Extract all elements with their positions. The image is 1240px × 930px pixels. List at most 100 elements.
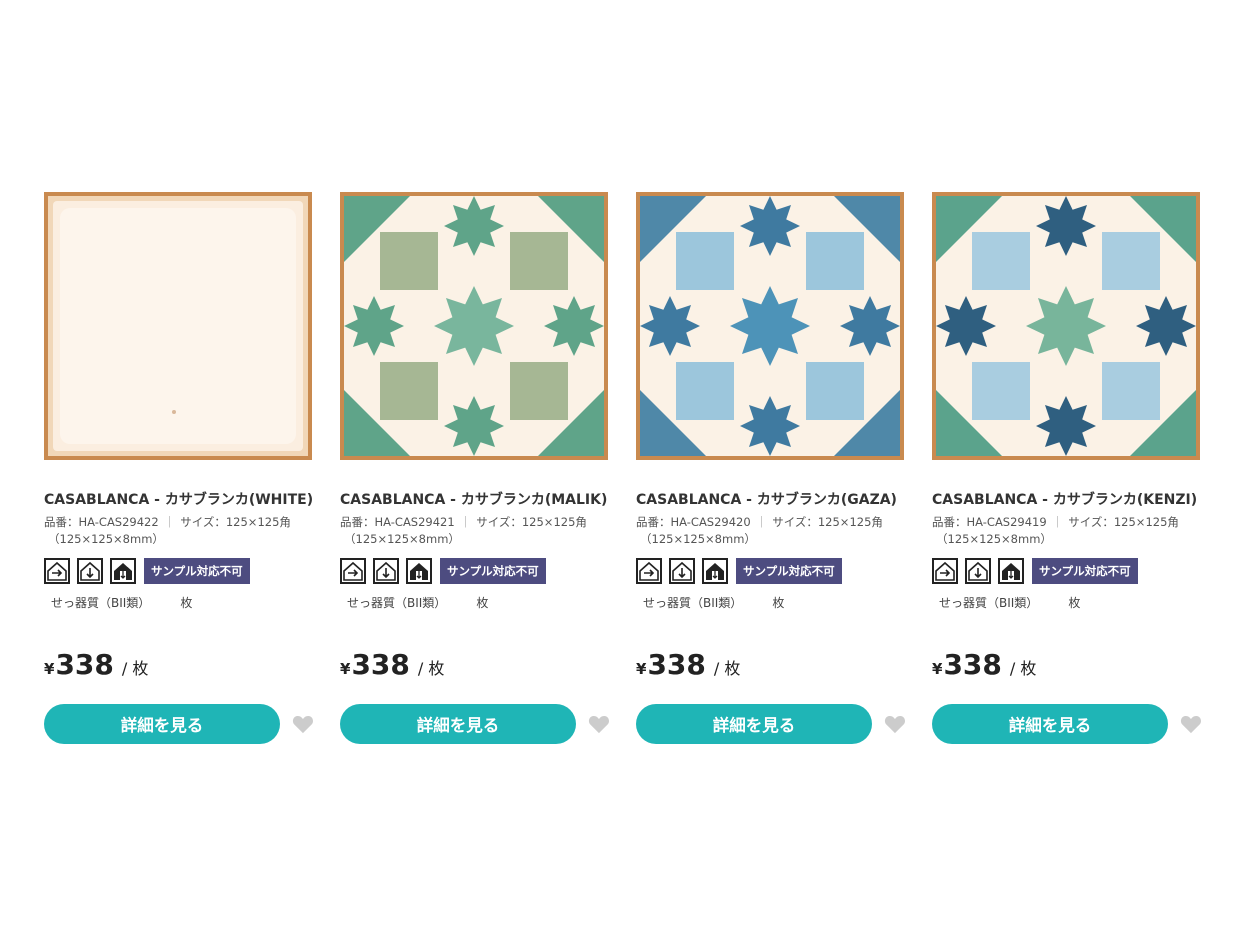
card-actions: 詳細を見る: [636, 704, 906, 744]
material-info: せっ器質（BII類） 枚: [44, 595, 314, 611]
sku-value: HA-CAS29419: [966, 515, 1047, 529]
product-card: CASABLANCA - カサブランカ(MALIK) 品番：HA-CAS2942…: [340, 192, 610, 744]
view-details-button[interactable]: 詳細を見る: [636, 704, 873, 744]
price-row: ¥338 / 枚: [636, 648, 906, 686]
product-spec: 品番：HA-CAS29422 ｜ サイズ：125×125角 （125×125×8mm…: [44, 514, 314, 548]
product-spec: 品番：HA-CAS29420 ｜ サイズ：125×125角 （125×125×8mm…: [636, 514, 906, 548]
unit-label: 枚: [476, 596, 489, 610]
tile-malik-image: [340, 192, 608, 460]
size-value: 125×125角: [521, 515, 587, 529]
price-row: ¥338 / 枚: [340, 648, 610, 686]
floor-tile-icon: [669, 558, 695, 584]
size-label: サイズ：: [772, 515, 818, 529]
exterior-tile-icon: [998, 558, 1024, 584]
spec-separator: ｜: [459, 515, 472, 529]
product-grid: CASABLANCA - カサブランカ(WHITE) 品番：HA-CAS2942…: [0, 0, 1240, 930]
currency-symbol: ¥: [340, 660, 351, 678]
material-type: せっ器質（BII類）: [347, 596, 447, 610]
usage-badges: サンプル対応不可: [44, 558, 314, 584]
floor-tile-icon: [965, 558, 991, 584]
heart-icon[interactable]: [292, 714, 314, 734]
price-value: 338: [351, 648, 410, 681]
dimensions: （125×125×8mm）: [640, 532, 756, 546]
size-label: サイズ：: [476, 515, 522, 529]
floor-tile-icon: [77, 558, 103, 584]
size-label: サイズ：: [1068, 515, 1114, 529]
no-sample-badge: サンプル対応不可: [736, 558, 842, 584]
card-actions: 詳細を見る: [44, 704, 314, 744]
tile-white-image: [44, 192, 312, 460]
unit-label: 枚: [180, 596, 193, 610]
no-sample-badge: サンプル対応不可: [144, 558, 250, 584]
product-card: CASABLANCA - カサブランカ(GAZA) 品番：HA-CAS29420…: [636, 192, 906, 744]
card-actions: 詳細を見る: [340, 704, 610, 744]
price-unit: / 枚: [1009, 659, 1037, 678]
currency-symbol: ¥: [636, 660, 647, 678]
wall-tile-icon: [636, 558, 662, 584]
sku-value: HA-CAS29421: [374, 515, 455, 529]
product-name[interactable]: CASABLANCA - カサブランカ(GAZA): [636, 488, 906, 513]
usage-badges: サンプル対応不可: [636, 558, 906, 584]
sku-label: 品番：: [340, 515, 375, 529]
no-sample-badge: サンプル対応不可: [1032, 558, 1138, 584]
sku-label: 品番：: [636, 515, 671, 529]
tile-gaza-image: [636, 192, 904, 460]
view-details-button[interactable]: 詳細を見る: [340, 704, 577, 744]
material-type: せっ器質（BII類）: [51, 596, 151, 610]
view-details-button[interactable]: 詳細を見る: [932, 704, 1169, 744]
price-value: 338: [647, 648, 706, 681]
tile-kenzi-image: [932, 192, 1200, 460]
currency-symbol: ¥: [44, 660, 55, 678]
price-row: ¥338 / 枚: [44, 648, 314, 686]
product-name[interactable]: CASABLANCA - カサブランカ(KENZI): [932, 488, 1202, 513]
size-value: 125×125角: [817, 515, 883, 529]
unit-label: 枚: [1068, 596, 1081, 610]
spec-separator: ｜: [755, 515, 768, 529]
product-image-gaza[interactable]: [636, 192, 904, 460]
material-info: せっ器質（BII類） 枚: [932, 595, 1202, 611]
currency-symbol: ¥: [932, 660, 943, 678]
wall-tile-icon: [932, 558, 958, 584]
heart-icon[interactable]: [884, 714, 906, 734]
heart-icon[interactable]: [588, 714, 610, 734]
view-details-button[interactable]: 詳細を見る: [44, 704, 281, 744]
floor-tile-icon: [373, 558, 399, 584]
heart-icon[interactable]: [1180, 714, 1202, 734]
sku-label: 品番：: [932, 515, 967, 529]
price-unit: / 枚: [121, 659, 149, 678]
price-unit: / 枚: [417, 659, 445, 678]
product-name[interactable]: CASABLANCA - カサブランカ(MALIK): [340, 488, 610, 513]
size-value: 125×125角: [1113, 515, 1179, 529]
spec-separator: ｜: [1051, 515, 1064, 529]
material-type: せっ器質（BII類）: [939, 596, 1039, 610]
wall-tile-icon: [44, 558, 70, 584]
size-value: 125×125角: [225, 515, 291, 529]
product-spec: 品番：HA-CAS29419 ｜ サイズ：125×125角 （125×125×8mm…: [932, 514, 1202, 548]
exterior-tile-icon: [406, 558, 432, 584]
usage-badges: サンプル対応不可: [340, 558, 610, 584]
material-type: せっ器質（BII類）: [643, 596, 743, 610]
exterior-tile-icon: [110, 558, 136, 584]
product-card: CASABLANCA - カサブランカ(WHITE) 品番：HA-CAS2942…: [44, 192, 314, 744]
product-name[interactable]: CASABLANCA - カサブランカ(WHITE): [44, 488, 314, 513]
material-info: せっ器質（BII類） 枚: [636, 595, 906, 611]
price-value: 338: [943, 648, 1002, 681]
product-image-malik[interactable]: [340, 192, 608, 460]
sku-label: 品番：: [44, 515, 79, 529]
usage-badges: サンプル対応不可: [932, 558, 1202, 584]
spec-separator: ｜: [163, 515, 176, 529]
unit-label: 枚: [772, 596, 785, 610]
size-label: サイズ：: [180, 515, 226, 529]
product-image-white[interactable]: [44, 192, 312, 460]
card-actions: 詳細を見る: [932, 704, 1202, 744]
dimensions: （125×125×8mm）: [48, 532, 164, 546]
sku-value: HA-CAS29420: [670, 515, 751, 529]
exterior-tile-icon: [702, 558, 728, 584]
material-info: せっ器質（BII類） 枚: [340, 595, 610, 611]
price-row: ¥338 / 枚: [932, 648, 1202, 686]
sku-value: HA-CAS29422: [78, 515, 159, 529]
no-sample-badge: サンプル対応不可: [440, 558, 546, 584]
dimensions: （125×125×8mm）: [344, 532, 460, 546]
product-image-kenzi[interactable]: [932, 192, 1200, 460]
price-value: 338: [55, 648, 114, 681]
